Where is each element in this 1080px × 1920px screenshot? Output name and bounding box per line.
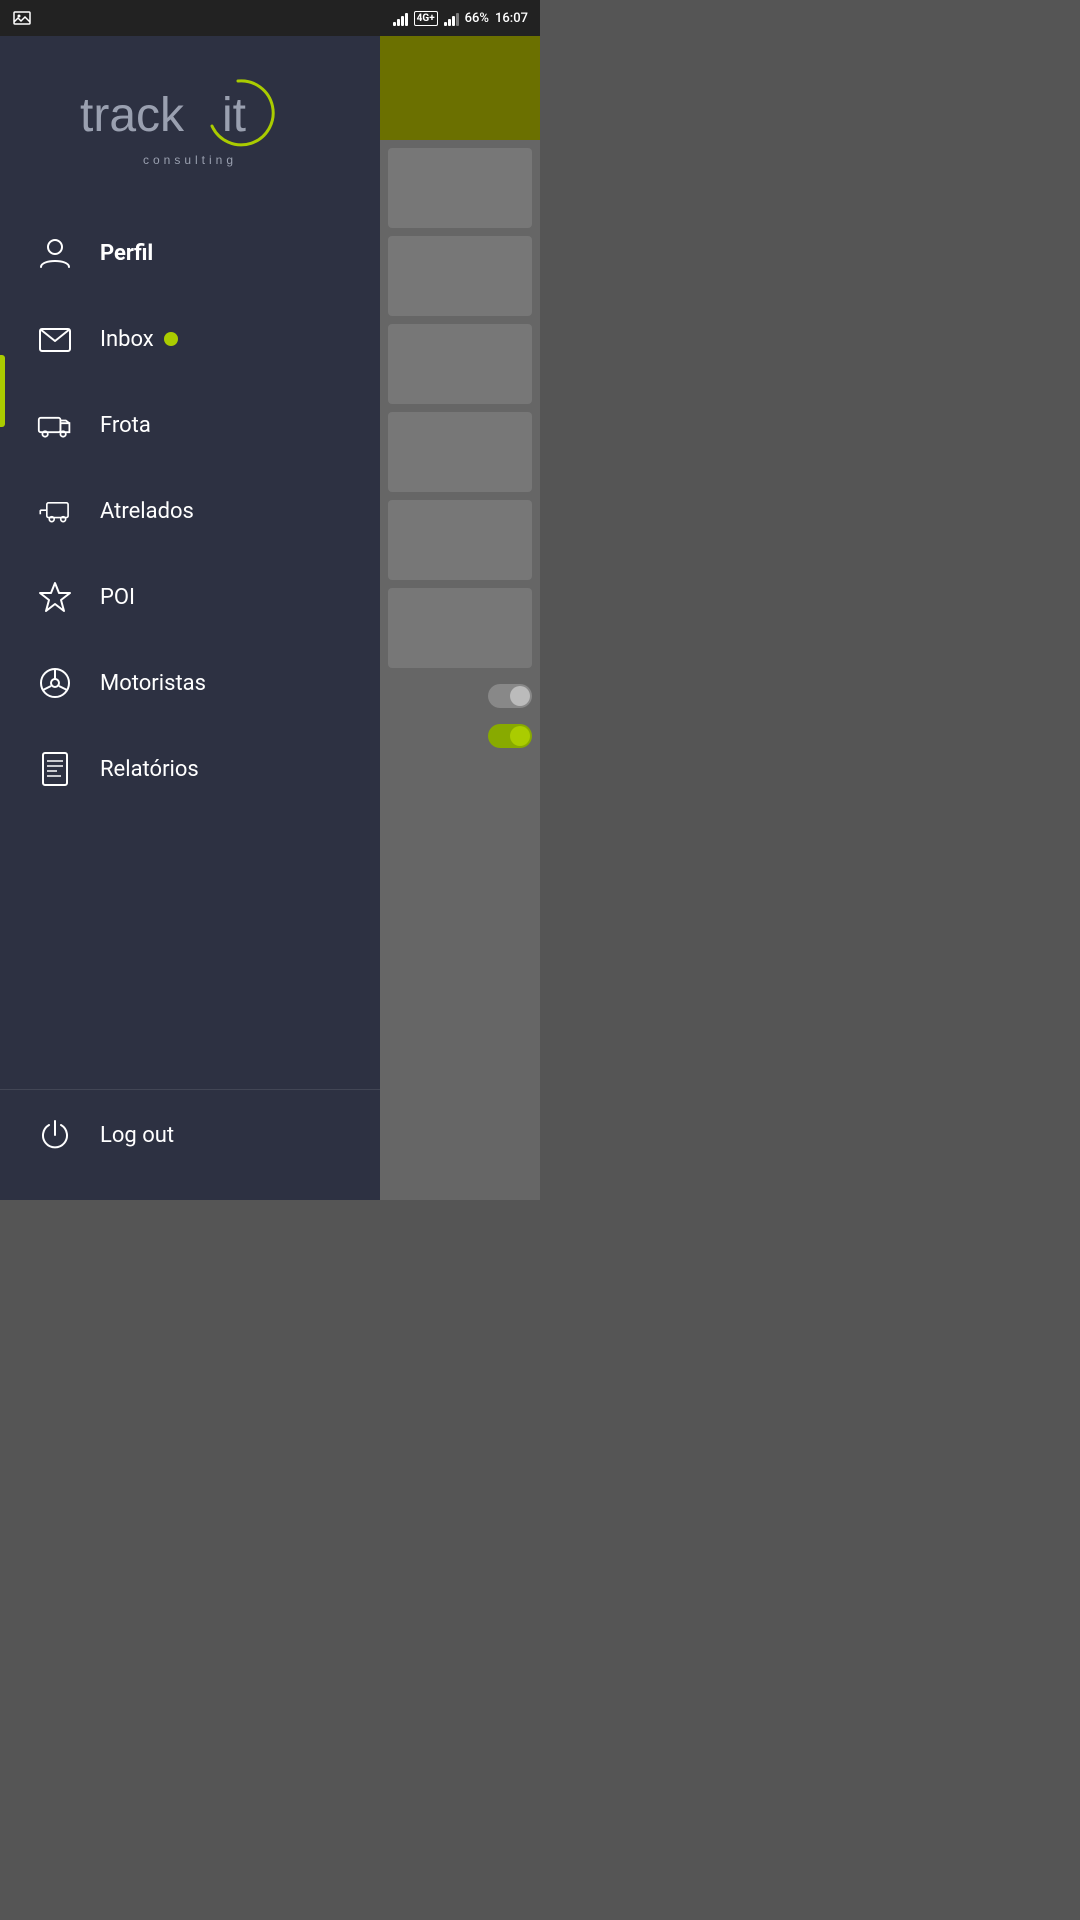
nav-item-atrelados[interactable]: Atrelados <box>0 468 380 554</box>
toggle-row-1 <box>380 676 540 716</box>
battery-text: 66% <box>465 11 489 26</box>
nav-label-atrelados: Atrelados <box>100 499 194 524</box>
background-cards <box>380 140 540 676</box>
logo-container: track it consulting <box>70 71 310 165</box>
trailer-icon <box>30 486 80 536</box>
background-card-3 <box>388 324 532 404</box>
nav-item-frota[interactable]: Frota <box>0 382 380 468</box>
trailer-svg <box>37 493 73 529</box>
image-icon <box>12 8 32 28</box>
person-svg <box>37 235 73 271</box>
nav-list: Perfil Inbox <box>0 200 380 1089</box>
nav-item-perfil[interactable]: Perfil <box>0 210 380 296</box>
mail-svg <box>37 321 73 357</box>
nav-item-poi[interactable]: POI <box>0 554 380 640</box>
background-card-1 <box>388 148 532 228</box>
logout-item[interactable]: Log out <box>0 1089 380 1200</box>
star-icon <box>30 572 80 622</box>
time-text: 16:07 <box>495 11 528 26</box>
status-bar-right: 4G+ 66% 16:07 <box>393 10 528 26</box>
background-card-4 <box>388 412 532 492</box>
status-bar: 4G+ 66% 16:07 <box>0 0 540 36</box>
nav-label-relatorios: Relatórios <box>100 757 199 782</box>
logo-svg: track it <box>70 71 310 161</box>
logo-consulting: consulting <box>143 153 237 167</box>
background-card-5 <box>388 500 532 580</box>
signal-icon-2 <box>444 10 459 26</box>
nav-label-frota: Frota <box>100 413 151 438</box>
person-icon <box>30 228 80 278</box>
nav-item-motoristas[interactable]: Motoristas <box>0 640 380 726</box>
mail-icon <box>30 314 80 364</box>
nav-label-poi: POI <box>100 585 135 610</box>
nav-label-motoristas: Motoristas <box>100 671 206 696</box>
nav-label-inbox: Inbox <box>100 327 154 352</box>
document-svg <box>37 751 73 787</box>
steering-svg <box>37 665 73 701</box>
toggle-row-2 <box>380 716 540 756</box>
background-card-6 <box>388 588 532 668</box>
nav-item-inbox[interactable]: Inbox <box>0 296 380 382</box>
nav-label-perfil: Perfil <box>100 241 153 266</box>
truck-icon <box>30 400 80 450</box>
active-indicator <box>0 355 5 427</box>
background-content <box>380 0 540 1200</box>
svg-text:track: track <box>80 89 185 142</box>
network-badge: 4G+ <box>414 11 438 26</box>
drawer: track it consulting Perfil <box>0 0 380 1200</box>
star-svg <box>37 579 73 615</box>
status-bar-left <box>12 8 32 28</box>
power-svg <box>37 1117 73 1153</box>
toggle-on <box>488 724 532 748</box>
power-icon <box>30 1110 80 1160</box>
signal-icon <box>393 10 408 26</box>
document-icon <box>30 744 80 794</box>
inbox-badge <box>164 332 178 346</box>
background-card-2 <box>388 236 532 316</box>
logout-label: Log out <box>100 1123 174 1148</box>
svg-text:it: it <box>222 89 246 142</box>
nav-item-relatorios[interactable]: Relatórios <box>0 726 380 812</box>
steering-icon <box>30 658 80 708</box>
truck-svg <box>37 407 73 443</box>
toggle-off <box>488 684 532 708</box>
